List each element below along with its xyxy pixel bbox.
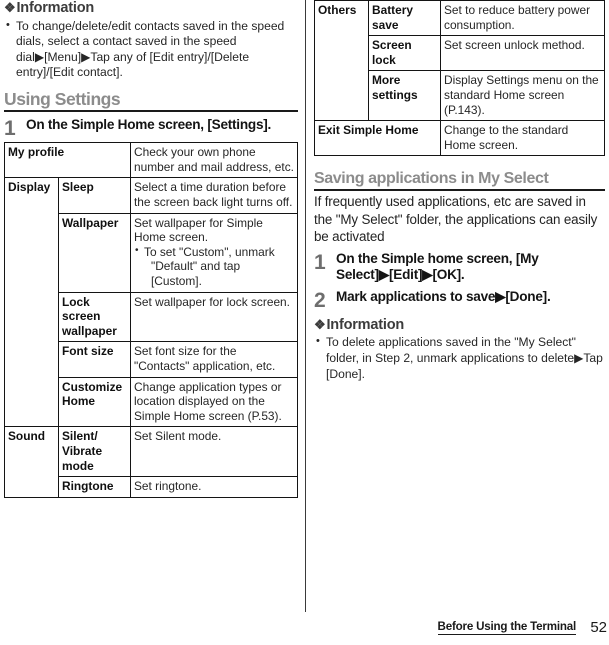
step-1-right: 1 On the Simple home screen, [My Select]… <box>314 251 605 284</box>
cell-category: My profile <box>4 142 131 179</box>
section-heading-using-settings: Using Settings <box>4 89 298 113</box>
list-item: To set "Custom", unmark"Default" and tap… <box>134 244 294 289</box>
cell-category: Others <box>314 0 369 122</box>
cell-item: Battery save <box>368 0 441 37</box>
page-number: 52 <box>590 619 607 636</box>
table-row: Exit Simple Home Change to the standard … <box>314 120 605 157</box>
section-intro-paragraph: If frequently used applications, etc are… <box>314 193 598 245</box>
manual-page: ❖Information To change/delete/edit conta… <box>0 0 609 645</box>
step-number: 1 <box>314 250 326 274</box>
information-heading-right: ❖Information <box>314 317 605 334</box>
right-column: Others Battery save Set to reduce batter… <box>314 0 605 382</box>
step-1-left: 1 On the Simple Home screen, [Settings]. <box>4 117 298 141</box>
diamond-icon: ❖ <box>314 316 326 332</box>
table-row: My profile Check your own phone number a… <box>4 142 298 179</box>
cell-item: Font size <box>58 341 131 378</box>
cell-description: Check your own phone number and mail add… <box>130 142 298 179</box>
sub-bullet-line-1: To set "Custom", unmark <box>144 244 275 259</box>
cell-description: Change to the standard Home screen. <box>440 120 605 157</box>
cell-description: Change application types or location dis… <box>130 376 298 428</box>
diamond-icon: ❖ <box>4 0 16 15</box>
section-heading-saving-applications: Saving applications in My Select <box>314 170 605 191</box>
cell-item: Ringtone <box>58 476 131 498</box>
list-item: To change/delete/edit contacts saved in … <box>4 18 298 81</box>
step-2-right: 2 Mark applications to save▶[Done]. <box>314 288 605 312</box>
information-bullets-left: To change/delete/edit contacts saved in … <box>4 18 298 81</box>
cell-item: Wallpaper <box>58 212 131 293</box>
sub-bullet-line-2: "Default" and tap [Custom]. <box>151 259 241 289</box>
settings-table-left: My profile Check your own phone number a… <box>4 142 298 498</box>
cell-item: Sleep <box>58 177 131 214</box>
table-row: Others Battery save Set to reduce batter… <box>314 0 605 122</box>
step-text: On the Simple home screen, [My Select]▶[… <box>336 250 539 283</box>
cell-category: Exit Simple Home <box>314 120 441 157</box>
step-number: 1 <box>4 117 16 141</box>
footer-chapter-label: Before Using the Terminal <box>437 620 576 635</box>
cell-description: Set screen unlock method. <box>440 35 605 72</box>
information-bullets-right: To delete applications saved in the "My … <box>314 334 605 382</box>
step-text: On the Simple Home screen, [Settings]. <box>26 117 272 133</box>
cell-description: Select a time duration before the screen… <box>130 177 298 214</box>
information-heading-label: Information <box>16 0 95 16</box>
cell-description: Set Silent mode. <box>130 426 298 478</box>
cell-item: Silent/ Vibrate mode <box>58 426 131 478</box>
cell-description-wallpaper: Set wallpaper for Simple Home screen. To… <box>130 212 298 293</box>
cell-item: Lock screen wallpaper <box>58 291 131 343</box>
page-footer: Before Using the Terminal 52 <box>0 619 609 645</box>
left-column: ❖Information To change/delete/edit conta… <box>4 0 298 498</box>
cell-category: Display <box>4 177 59 428</box>
information-heading-left: ❖Information <box>4 0 298 17</box>
list-item: To delete applications saved in the "My … <box>314 334 605 382</box>
cell-item: More settings <box>368 70 441 122</box>
information-heading-label: Information <box>326 316 405 333</box>
cell-item: Screen lock <box>368 35 441 72</box>
column-divider <box>305 0 306 612</box>
table-row: Display Sleep Select a time duration bef… <box>4 177 298 428</box>
cell-description: Set to reduce battery power consumption. <box>440 0 605 37</box>
cell-sub-bullets: To set "Custom", unmark"Default" and tap… <box>134 244 294 289</box>
cell-item: Customize Home <box>58 376 131 428</box>
cell-description: Set wallpaper for Simple Home screen. <box>134 215 263 245</box>
settings-table-right: Others Battery save Set to reduce batter… <box>314 0 605 157</box>
step-text: Mark applications to save▶[Done]. <box>336 288 551 304</box>
cell-description: Display Settings menu on the standard Ho… <box>440 70 605 122</box>
table-row: Sound Silent/ Vibrate mode Set Silent mo… <box>4 426 298 498</box>
cell-description: Set wallpaper for lock screen. <box>130 291 298 343</box>
cell-description: Set ringtone. <box>130 476 298 498</box>
step-number: 2 <box>314 288 326 312</box>
cell-description: Set font size for the "Contacts" applica… <box>130 341 298 378</box>
cell-category: Sound <box>4 426 59 498</box>
